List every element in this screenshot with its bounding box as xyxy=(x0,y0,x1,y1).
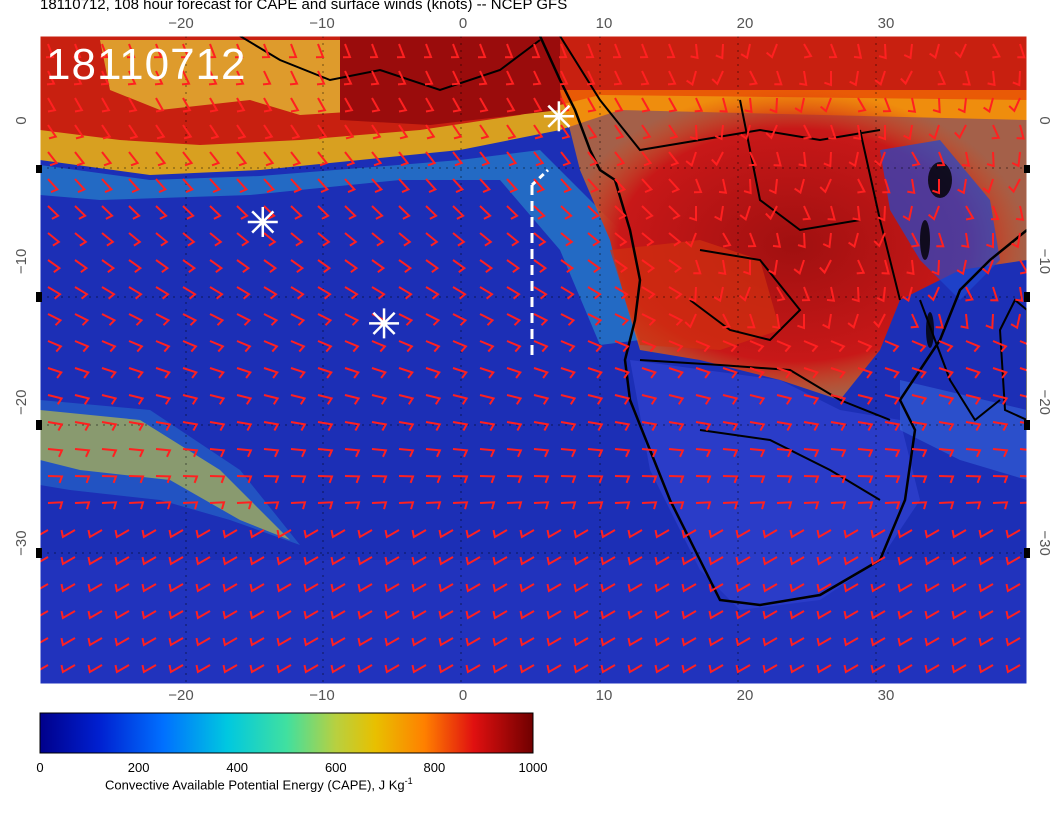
cape-field xyxy=(40,36,1027,684)
colorbar-label: Convective Available Potential Energy (C… xyxy=(105,776,413,792)
colorbar-tick-label: 400 xyxy=(226,760,249,775)
lat-tick-label: −10 xyxy=(1036,249,1053,274)
marker-1 xyxy=(543,101,574,132)
colorbar-tick-label: 600 xyxy=(324,760,347,775)
colorbar-tick-label: 1000 xyxy=(518,760,548,775)
lon-tick-label: −10 xyxy=(309,15,334,32)
lon-tick-label: 30 xyxy=(878,15,895,32)
lat-tick-label: −10 xyxy=(13,249,30,274)
lon-tick-label: −20 xyxy=(168,687,193,704)
colorbar xyxy=(39,712,534,754)
marker-2 xyxy=(247,206,278,237)
lat-labels-left: 0 −10 −20 −30 xyxy=(13,116,30,556)
lon-tick-label: 20 xyxy=(737,15,754,32)
lon-labels-top: −20 −10 0 10 20 30 xyxy=(168,15,894,32)
lat-tick-label: −20 xyxy=(1036,390,1053,415)
lon-tick-label: −10 xyxy=(309,687,334,704)
colorbar-tick-label: 0 xyxy=(36,760,44,775)
lon-tick-label: 10 xyxy=(596,15,613,32)
colorbar-label-text: Convective Available Potential Energy (C… xyxy=(105,777,405,793)
colorbar-tick-label: 800 xyxy=(423,760,446,775)
colorbar-label-sup: -1 xyxy=(404,776,413,786)
map-figure: −20 −10 0 10 20 30 −20 −10 0 10 20 30 0 −10 −20 −30 0… xyxy=(13,15,1053,754)
lat-labels-right: 0 −10 −20 −30 xyxy=(1036,116,1053,556)
lon-tick-label: 30 xyxy=(878,687,895,704)
lon-tick-label: 0 xyxy=(459,15,467,32)
lon-tick-label: −20 xyxy=(168,15,193,32)
marker-3 xyxy=(369,308,400,339)
lat-tick-label: 0 xyxy=(13,116,30,124)
lat-tick-label: −20 xyxy=(13,390,30,415)
lat-tick-label: −30 xyxy=(13,530,30,555)
colorbar-tick-label: 200 xyxy=(127,760,150,775)
lon-tick-label: 20 xyxy=(737,687,754,704)
lon-tick-label: 0 xyxy=(459,687,467,704)
lat-tick-label: −30 xyxy=(1036,530,1053,555)
lat-tick-label: 0 xyxy=(1036,116,1053,124)
lon-labels-bottom: −20 −10 0 10 20 30 xyxy=(168,687,894,704)
date-stamp: 18110712 xyxy=(46,40,247,89)
lon-tick-label: 10 xyxy=(596,687,613,704)
